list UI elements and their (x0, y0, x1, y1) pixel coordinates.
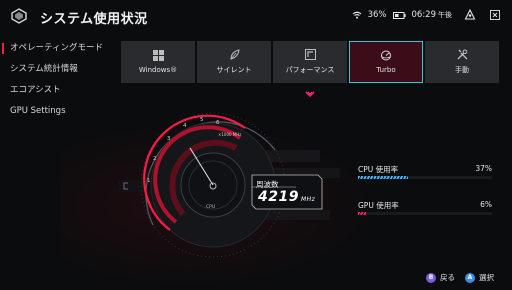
a-button-icon: A (465, 272, 475, 283)
gauge-cpu-label: CPU (206, 205, 216, 210)
gauge-tick-6: 6 (216, 120, 220, 126)
usage-panel: CPU 使用率 37% GPU 使用率 6% (358, 164, 492, 236)
back-button[interactable]: B 戻る (426, 272, 455, 283)
cpu-frequency-gauge: 1 2 3 4 5 6 (118, 112, 340, 258)
gauge-tick-1: 1 (147, 178, 151, 184)
frequency-number: 4219 (258, 189, 299, 205)
select-label: 選択 (479, 273, 494, 282)
frequency-value: 4219 MHz (258, 189, 315, 205)
gauge-tick-5: 5 (200, 117, 204, 123)
cpu-usage-fill (358, 176, 408, 179)
gpu-usage-value: 6% (480, 200, 492, 209)
gauge-tick-2: 2 (153, 156, 157, 162)
b-button-icon: B (426, 272, 436, 283)
gauge-tick-4: 4 (183, 123, 187, 129)
cpu-usage-row: CPU 使用率 37% (358, 164, 492, 200)
select-button[interactable]: A 選択 (465, 272, 494, 283)
cpu-usage-bar (358, 176, 492, 179)
gpu-usage-label: GPU 使用率 (358, 201, 399, 210)
back-label: 戻る (440, 273, 455, 282)
cpu-usage-value: 37% (475, 164, 492, 173)
frequency-unit: MHz (300, 196, 316, 203)
gpu-usage-fill (358, 212, 367, 215)
gpu-usage-bar (358, 212, 492, 215)
footer-controls: B 戻る A 選択 (426, 272, 494, 283)
cpu-usage-label: CPU 使用率 (358, 165, 399, 174)
gpu-usage-row: GPU 使用率 6% (358, 200, 492, 236)
gauge-scale-label: ×1000 MHz (218, 132, 242, 137)
gauge-tick-3: 3 (167, 136, 171, 142)
